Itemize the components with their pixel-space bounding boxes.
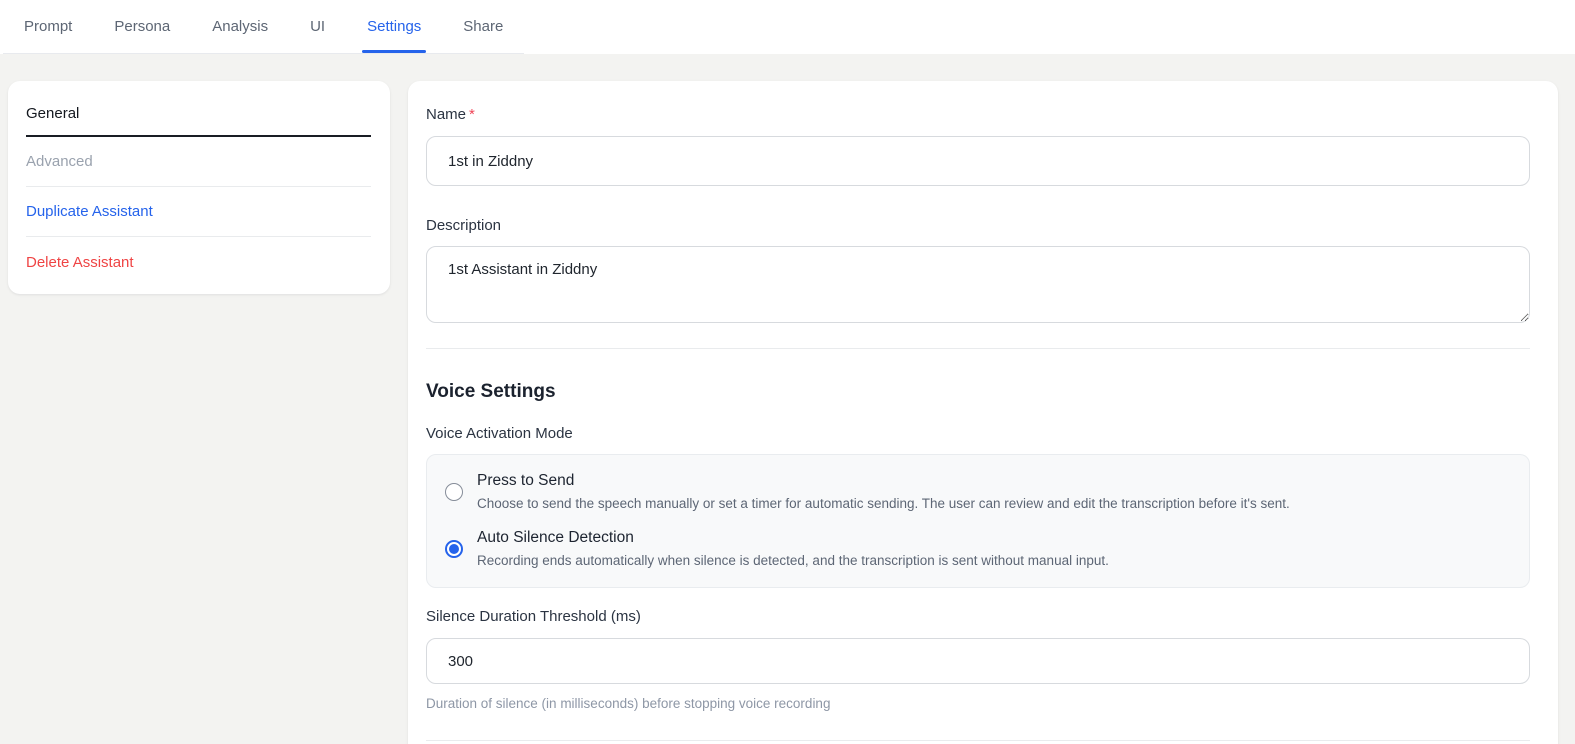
section-divider (426, 348, 1530, 349)
option-text: Auto Silence Detection Recording ends au… (477, 529, 1109, 568)
voice-activation-options: Press to Send Choose to send the speech … (426, 454, 1530, 588)
sidebar-item-general[interactable]: General (26, 97, 371, 137)
option-title: Press to Send (477, 472, 575, 489)
sidebar-item-delete-assistant[interactable]: Delete Assistant (26, 237, 371, 276)
tab-analysis[interactable]: Analysis (191, 0, 289, 53)
silence-threshold-label: Silence Duration Threshold (ms) (426, 608, 641, 625)
name-input[interactable] (426, 136, 1530, 186)
general-settings-panel: Name* Description 1st Assistant in Ziddn… (408, 81, 1558, 744)
option-title: Auto Silence Detection (477, 529, 634, 546)
silence-threshold-helper: Duration of silence (in milliseconds) be… (426, 696, 831, 711)
option-press-to-send[interactable]: Press to Send Choose to send the speech … (445, 472, 1511, 511)
name-label-text: Name (426, 106, 467, 123)
sidebar-item-advanced[interactable]: Advanced (26, 137, 371, 187)
tab-prompt[interactable]: Prompt (3, 0, 93, 53)
sidebar-item-duplicate-assistant[interactable]: Duplicate Assistant (26, 187, 371, 237)
radio-selected-icon[interactable] (445, 539, 463, 558)
description-label: Description (426, 217, 502, 234)
voice-settings-heading: Voice Settings (426, 381, 556, 402)
tab-bar: Prompt Persona Analysis UI Settings Shar… (0, 0, 1575, 54)
voice-activation-mode-label: Voice Activation Mode (426, 425, 573, 442)
tab-persona[interactable]: Persona (93, 0, 191, 53)
option-description: Choose to send the speech manually or se… (477, 496, 1290, 511)
silence-threshold-input[interactable] (426, 638, 1530, 684)
name-label: Name * (426, 106, 1530, 123)
option-description: Recording ends automatically when silenc… (477, 553, 1109, 568)
tab-settings[interactable]: Settings (346, 0, 442, 53)
option-auto-silence-detection[interactable]: Auto Silence Detection Recording ends au… (445, 529, 1511, 568)
settings-page: General Advanced Duplicate Assistant Del… (0, 54, 1575, 744)
bottom-divider (426, 740, 1530, 741)
radio-unselected-icon[interactable] (445, 482, 463, 501)
tab-ui[interactable]: UI (289, 0, 346, 53)
tabs: Prompt Persona Analysis UI Settings Shar… (3, 0, 525, 54)
description-textarea[interactable]: 1st Assistant in Ziddny (426, 246, 1530, 323)
option-text: Press to Send Choose to send the speech … (477, 472, 1290, 511)
tab-share[interactable]: Share (442, 0, 524, 53)
settings-sidebar: General Advanced Duplicate Assistant Del… (8, 81, 390, 294)
required-asterisk: * (469, 106, 475, 123)
